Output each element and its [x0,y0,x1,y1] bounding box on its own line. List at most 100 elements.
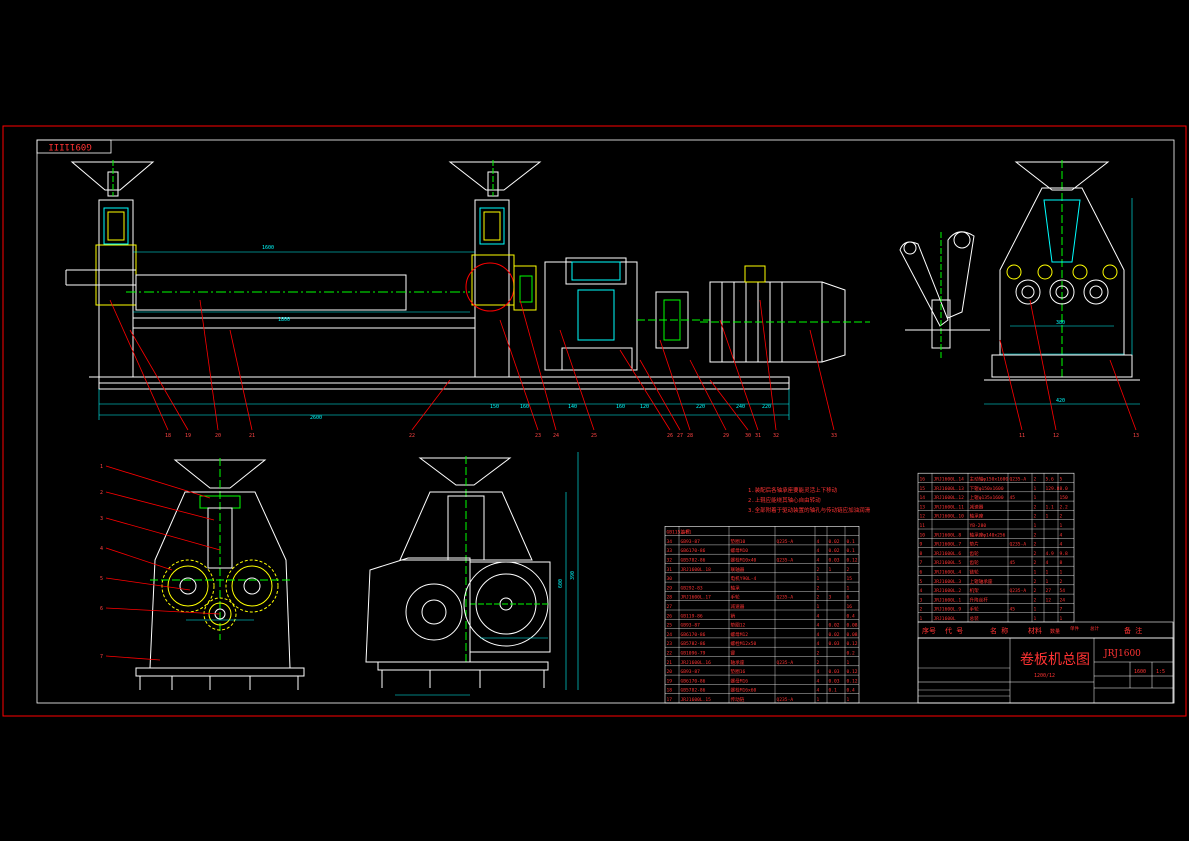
bom-cell: 11 [920,523,926,529]
bom-cell: 1 [1034,607,1037,613]
bom-cell: 4.9 [1046,551,1055,557]
right-callout-label: 11 [1019,433,1025,439]
bom-cell: 30 [667,576,673,582]
bom-cell: 4 [817,669,820,675]
bom-cell: JRJ1600L.14 [934,477,965,483]
front-callout-label: 7 [100,654,103,660]
bom-cell: 垫圈10 [731,538,746,545]
bom-cell: GB93-87 [681,539,701,545]
bom-cell: 6 [920,570,923,576]
bom-cell: 2 [817,660,820,666]
bom-cell: 1 [817,604,820,610]
bom-cell: 螺母M12 [731,631,749,638]
bom-cell: 14 [920,495,926,501]
bom-cell: 0.08 [847,632,858,638]
bom-cell: 23 [667,641,673,647]
svg-text:名 称: 名 称 [990,626,1008,635]
bom-cell: 34 [667,539,673,545]
bom-cell: 4 [817,632,820,638]
bom-cell: 1 [1034,523,1037,529]
bom-cell: 54 [1060,588,1066,594]
engineering-drawing: G0911III 1600 1800 2600 150 160 140 160 … [0,0,1189,841]
dim-top-span: 1600 [262,245,274,251]
bom-cell: GB93-87 [681,623,701,629]
main-callout-label: 26 [667,433,673,439]
bom-cell: Q235-A [1010,477,1027,483]
bom-cell: 2 [1034,551,1037,557]
bom-cell: 4 [920,588,923,594]
bom-cell: 键 [731,650,736,657]
main-callout-label: 28 [687,433,693,439]
bom-cell: 150 [1060,495,1069,501]
bom-cell: 1 [1034,495,1037,501]
bom-cell: 0.03 [829,678,840,684]
bom-cell: 0.03 [829,558,840,564]
dim-section-width: 380 [1056,320,1065,326]
bom-cell: 0.4 [847,613,856,619]
bom-cell: JRJ1600L.12 [934,495,965,501]
main-callout-label: 32 [773,433,779,439]
bom-cell: JRJ1600L.16 [681,660,712,666]
bom-cell: 5.6 [1046,477,1055,483]
bom-cell: 33 [667,548,673,554]
bom-cell: 4 [817,558,820,564]
bom-cell: 销 [731,612,736,619]
bom-cell: 主动轴φ150x1600 [970,476,1009,483]
bom-cell: 2 [1034,532,1037,538]
bom-cell: 2 [817,585,820,591]
bom-cell: 轴承座 [731,659,745,666]
bom-cell: 27 [667,604,673,610]
front-callout-label: 4 [100,546,103,552]
bom-cell: 45 [1010,607,1016,613]
bom-cell: 32 [667,558,673,564]
bom-cell: 3 [829,595,832,601]
svg-text:序号: 序号 [922,626,936,635]
bom-cell: 上辊φ135x1600 [970,494,1004,501]
bom-cell: YB-280 [970,523,987,529]
bom-cell: 4 [817,539,820,545]
bom-cell: 22 [667,651,673,657]
bom-cell: 1 [1034,486,1037,492]
bom-cell: 螺母M10 [731,547,749,554]
bom-cell: 5 [1060,477,1063,483]
bom-cell: 总装 [970,615,980,622]
bom-cell: 链轮 [970,569,980,576]
main-callout-label: 23 [535,433,541,439]
bom-cell: 31 [667,567,673,573]
front-callout-label: 5 [100,576,103,582]
bom-cell: 减速器 [970,503,984,510]
bom-cell: 4 [817,548,820,554]
bom-cell: Q235-A [777,595,794,601]
bom-cell: GB93-87 [681,669,701,675]
bom-cell: 15 [920,486,926,492]
bom-cell: 45 [1010,560,1016,566]
bom-cell: JRJ1600L.5 [934,560,962,566]
bom-cell: JRJ1600L.2 [934,588,962,594]
drawing-title: 卷板机总图 [1020,652,1090,668]
bom-cell: 轴承座 [970,513,984,520]
dim-overall-length: 2600 [310,415,322,421]
bom-cell: 2 [817,651,820,657]
bom-cell: 19 [667,678,673,684]
bom-cell: 1 [847,660,850,666]
bom-cell: 0.02 [829,539,840,545]
bom-cell: 0.02 [829,623,840,629]
svg-text:240: 240 [736,404,745,410]
bom-cell: 机架 [970,587,980,594]
bom-cell: 垫片 [970,541,980,548]
bom-cell: 15 [847,576,853,582]
main-callout-label: 33 [831,433,837,439]
bom-cell: JRJ1600L.18 [681,567,712,573]
bom-cell: 25 [667,623,673,629]
svg-text:140: 140 [568,404,577,410]
svg-text:单件: 单件 [1070,625,1079,632]
bom-cell: 减速器 [731,603,745,610]
bom-cell: 2 [1060,579,1063,585]
bom-cell: 0.02 [829,548,840,554]
right-callout-label: 13 [1133,433,1139,439]
bom-cell: Q235-A [777,660,794,666]
bom-cell: 24 [1060,597,1066,603]
frame-tag: G0911III [48,141,91,151]
bom-cell: 1.1 [1046,504,1055,510]
svg-text:220: 220 [696,404,705,410]
